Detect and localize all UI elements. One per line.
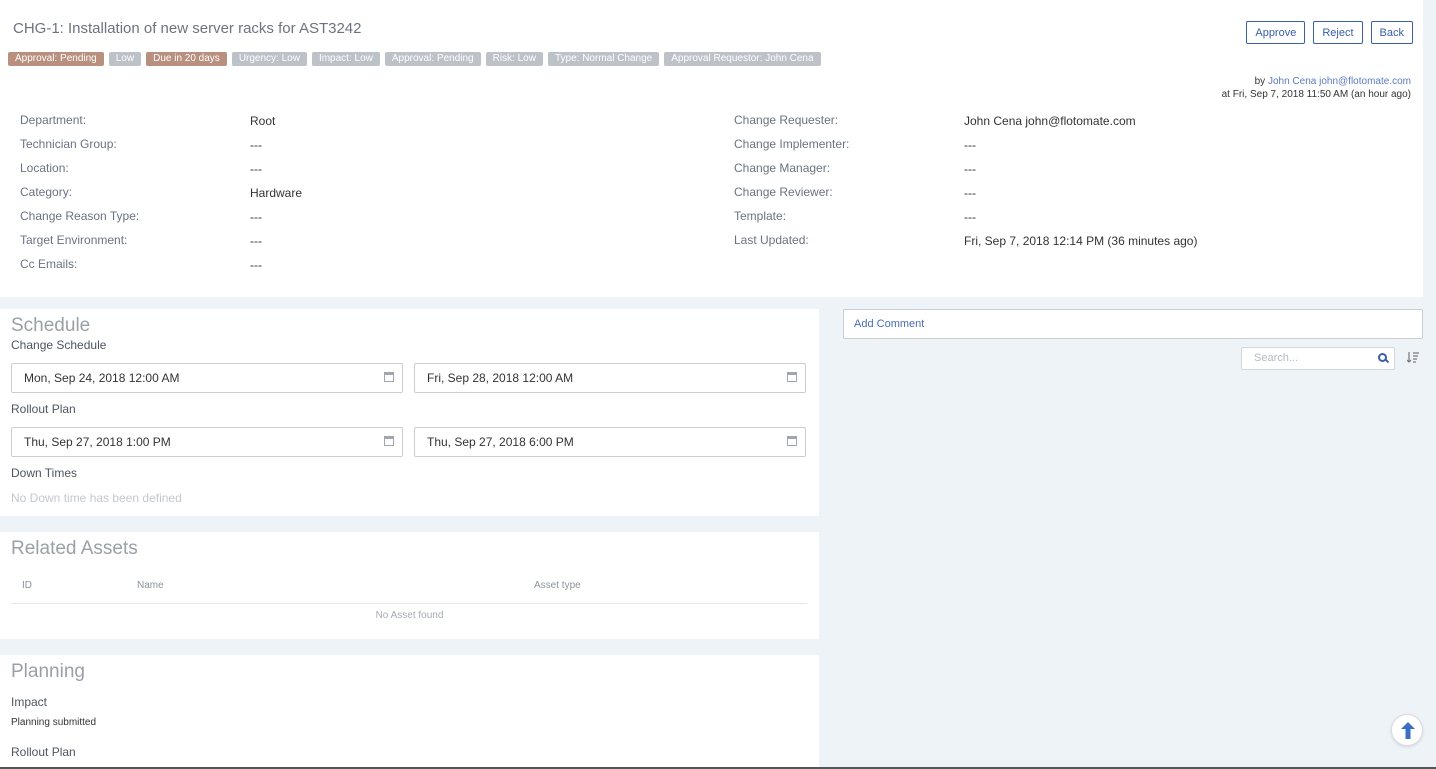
field-value: Fri, Sep 7, 2018 12:14 PM (36 minutes ag… <box>964 234 1198 248</box>
field-label: Template: <box>734 209 787 223</box>
header-actions: Approve Reject Back <box>1246 21 1413 44</box>
change-schedule-label: Change Schedule <box>11 338 107 352</box>
field-label: Category: <box>20 185 73 199</box>
rollout-start-date-input[interactable]: Thu, Sep 27, 2018 1:00 PM <box>11 427 403 457</box>
change-start-date-input[interactable]: Mon, Sep 24, 2018 12:00 AM <box>11 363 403 393</box>
search-icon[interactable] <box>1378 353 1387 362</box>
calendar-icon[interactable] <box>384 436 394 446</box>
rollout-end-date-value: Thu, Sep 27, 2018 6:00 PM <box>427 435 574 449</box>
field-value: --- <box>250 258 262 272</box>
status-badge: Due in 20 days <box>146 52 227 66</box>
field-label: Change Reviewer: <box>734 185 833 199</box>
field-change-manager: Change Manager: --- <box>734 161 976 176</box>
field-value: --- <box>250 234 262 248</box>
field-change-reviewer: Change Reviewer: --- <box>734 185 976 200</box>
field-change-reason-type: Change Reason Type: --- <box>20 209 262 224</box>
down-times-label: Down Times <box>11 466 78 480</box>
field-label: Change Implementer: <box>734 137 850 151</box>
field-value: --- <box>964 162 976 176</box>
change-end-date-input[interactable]: Fri, Sep 28, 2018 12:00 AM <box>414 363 806 393</box>
column-header-name[interactable]: Name <box>137 580 164 591</box>
byline-email-link[interactable]: john@flotomate.com <box>1319 76 1411 87</box>
arrow-up-icon <box>1401 722 1415 739</box>
field-cc-emails: Cc Emails: --- <box>20 257 262 272</box>
status-badge: Approval: Pending <box>8 52 104 66</box>
field-template: Template: --- <box>734 209 976 224</box>
calendar-icon[interactable] <box>384 372 394 382</box>
status-badge: Impact: Low <box>311 52 380 66</box>
field-department: Department: Root <box>20 113 275 128</box>
table-divider <box>11 603 807 604</box>
field-label: Target Environment: <box>20 233 128 247</box>
field-label: Change Requester: <box>734 113 839 127</box>
approve-button[interactable]: Approve <box>1246 21 1306 44</box>
field-value: --- <box>250 162 262 176</box>
sort-icon[interactable] <box>1406 351 1419 363</box>
down-times-empty: No Down time has been defined <box>11 491 182 505</box>
status-badges: Approval: Pending Low Due in 20 days Urg… <box>8 52 821 66</box>
field-value: Hardware <box>250 186 303 200</box>
assets-empty: No Asset found <box>375 610 444 621</box>
column-header-asset-type[interactable]: Asset type <box>534 580 581 591</box>
field-value: --- <box>964 138 976 152</box>
field-label: Last Updated: <box>734 233 809 247</box>
calendar-icon[interactable] <box>787 372 797 382</box>
field-label: Department: <box>20 113 87 127</box>
change-start-date-value: Mon, Sep 24, 2018 12:00 AM <box>24 371 180 385</box>
field-label: Cc Emails: <box>20 257 78 271</box>
related-assets-title: Related Assets <box>11 538 138 559</box>
schedule-title: Schedule <box>11 315 91 336</box>
byline-timestamp: at Fri, Sep 7, 2018 11:50 AM (an hour ag… <box>1221 89 1411 100</box>
field-label: Change Reason Type: <box>20 209 140 223</box>
field-value: John Cena john@flotomate.com <box>964 114 1136 128</box>
comment-search-input[interactable]: Search... <box>1241 347 1395 370</box>
field-value: --- <box>250 210 262 224</box>
planning-impact-value: Planning submitted <box>11 717 97 728</box>
field-label: Location: <box>20 161 69 175</box>
status-badge: Approval: Pending <box>384 52 481 66</box>
rollout-plan-label: Rollout Plan <box>11 402 76 416</box>
planning-title: Planning <box>11 661 85 682</box>
field-category: Category: Hardware <box>20 185 302 200</box>
related-assets-card: Related Assets ID Name Asset type No Ass… <box>0 532 819 639</box>
calendar-icon[interactable] <box>787 436 797 446</box>
byline-user-link[interactable]: John Cena <box>1268 76 1316 87</box>
field-value: Root <box>250 114 276 128</box>
planning-card: Planning Impact Planning submitted Rollo… <box>0 655 819 769</box>
byline-by: by <box>1254 76 1266 87</box>
add-comment-input[interactable]: Add Comment <box>843 309 1423 339</box>
planning-rollout-label: Rollout Plan <box>11 745 76 759</box>
field-change-requester: Change Requester: John Cena john@flotoma… <box>734 113 1136 128</box>
field-value: --- <box>250 138 262 152</box>
field-target-environment: Target Environment: --- <box>20 233 262 248</box>
field-technician-group: Technician Group: --- <box>20 137 262 152</box>
status-badge: Urgency: Low <box>231 52 307 66</box>
field-value: --- <box>964 186 976 200</box>
sort-icon-svg <box>1406 352 1419 363</box>
field-change-implementer: Change Implementer: --- <box>734 137 976 152</box>
search-placeholder: Search... <box>1254 352 1299 364</box>
column-header-id[interactable]: ID <box>22 580 32 591</box>
field-label: Technician Group: <box>20 137 117 151</box>
status-badge: Low <box>108 52 142 66</box>
scroll-to-top-button[interactable] <box>1391 714 1423 746</box>
schedule-card: Schedule Change Schedule Mon, Sep 24, 20… <box>0 309 819 516</box>
reject-button[interactable]: Reject <box>1313 21 1363 44</box>
status-badge: Approval Requestor: John Cena <box>664 52 821 66</box>
rollout-end-date-input[interactable]: Thu, Sep 27, 2018 6:00 PM <box>414 427 806 457</box>
page-title: CHG-1: Installation of new server racks … <box>13 20 362 37</box>
planning-impact-label: Impact <box>11 695 48 709</box>
status-badge: Type: Normal Change <box>547 52 660 66</box>
change-end-date-value: Fri, Sep 28, 2018 12:00 AM <box>427 371 574 385</box>
field-label: Change Manager: <box>734 161 831 175</box>
created-byline: by John Cena john@flotomate.com at Fri, … <box>1222 75 1411 101</box>
field-value: --- <box>964 210 976 224</box>
status-badge: Risk: Low <box>485 52 543 66</box>
rollout-start-date-value: Thu, Sep 27, 2018 1:00 PM <box>24 435 171 449</box>
field-location: Location: --- <box>20 161 262 176</box>
field-last-updated: Last Updated: Fri, Sep 7, 2018 12:14 PM … <box>734 233 1197 248</box>
change-header-card: CHG-1: Installation of new server racks … <box>0 0 1423 297</box>
back-button[interactable]: Back <box>1370 21 1413 44</box>
